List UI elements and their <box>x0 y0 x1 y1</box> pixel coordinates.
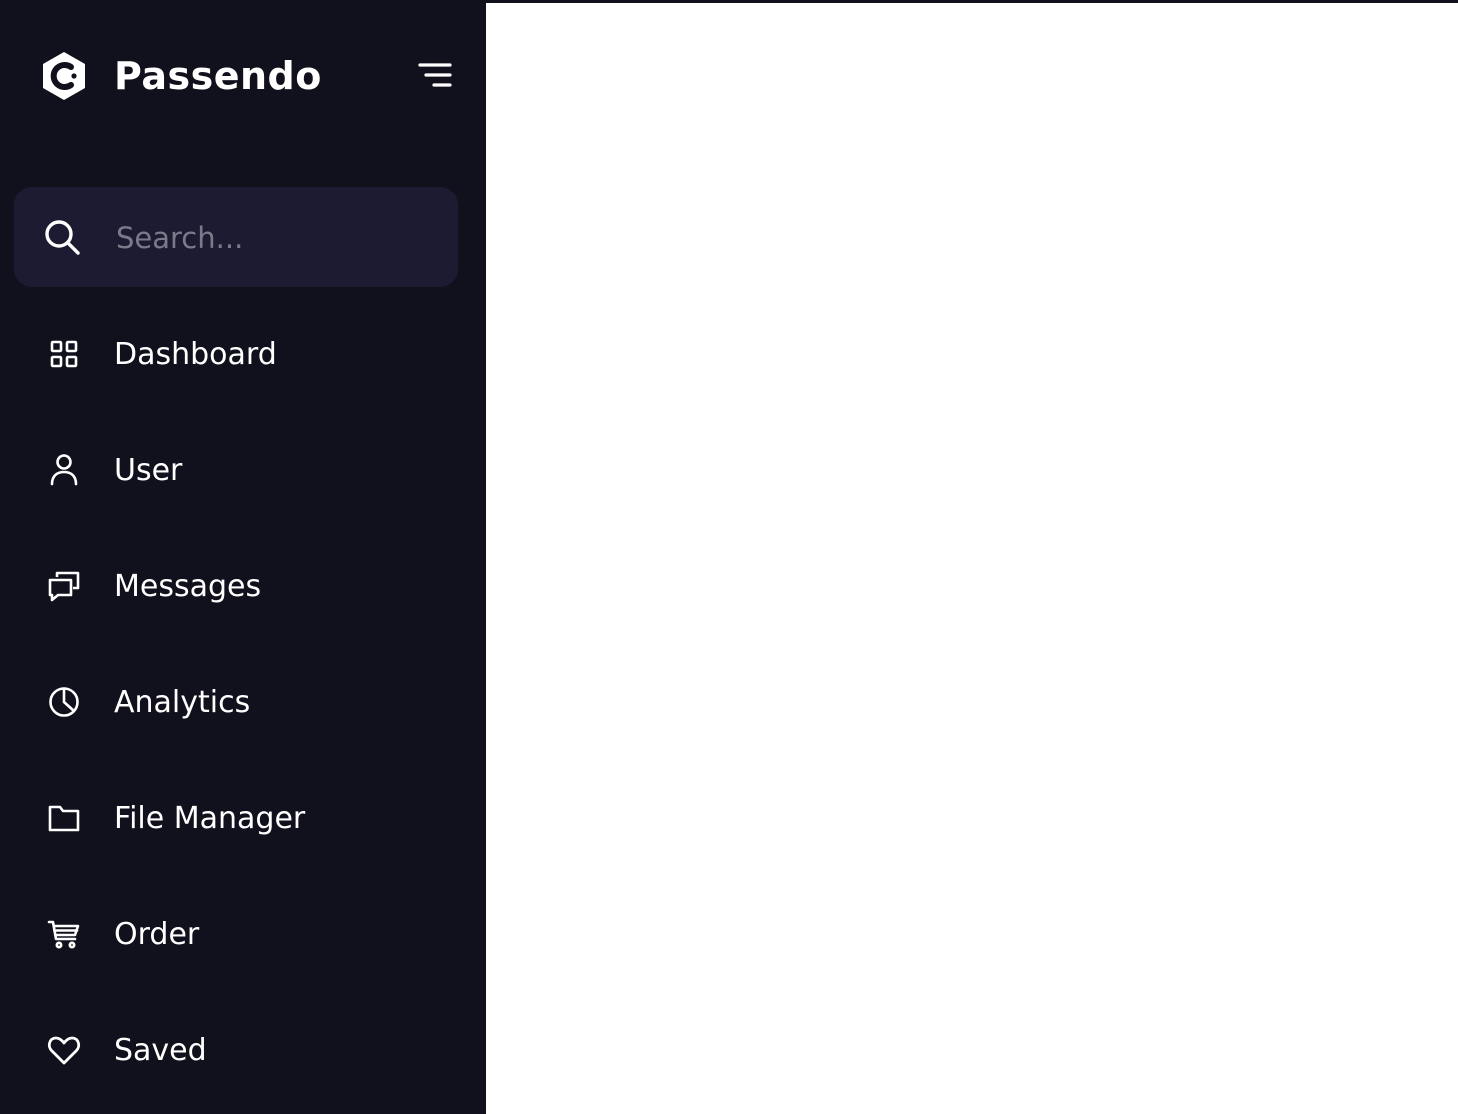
menu-toggle-button[interactable] <box>414 56 456 94</box>
sidebar-item-label: User <box>114 452 183 488</box>
sidebar-item-label: Dashboard <box>114 336 277 372</box>
brand-name: Passendo <box>114 54 322 98</box>
brand-logo-c-icon <box>40 50 88 102</box>
sidebar-item-label: Order <box>114 916 200 952</box>
menu-lines-icon <box>417 60 453 90</box>
sidebar-item-label: Analytics <box>114 684 251 720</box>
search-icon[interactable] <box>42 217 82 257</box>
sidebar-item-dashboard[interactable]: Dashboard <box>0 296 486 412</box>
search-box[interactable] <box>14 187 458 287</box>
sidebar-item-label: Messages <box>114 568 262 604</box>
chat-icon <box>44 566 84 606</box>
main-content <box>486 3 1458 1114</box>
folder-icon <box>44 798 84 838</box>
sidebar-item-label: Saved <box>114 1032 207 1068</box>
sidebar-item-analytics[interactable]: Analytics <box>0 644 486 760</box>
cart-icon <box>44 914 84 954</box>
sidebar-item-order[interactable]: Order <box>0 876 486 992</box>
sidebar-nav: Dashboard User Messages Analytics File M… <box>0 296 486 1108</box>
heart-icon <box>44 1030 84 1070</box>
sidebar: Passendo Search... Dashboard User Messag… <box>0 0 486 1114</box>
user-icon <box>44 450 84 490</box>
sidebar-item-saved[interactable]: Saved <box>0 992 486 1108</box>
sidebar-item-file-manager[interactable]: File Manager <box>0 760 486 876</box>
grid-icon <box>44 334 84 374</box>
sidebar-item-messages[interactable]: Messages <box>0 528 486 644</box>
pie-chart-icon <box>44 682 84 722</box>
brand: Passendo <box>40 48 322 104</box>
search-input[interactable] <box>114 215 438 261</box>
sidebar-item-user[interactable]: User <box>0 412 486 528</box>
sidebar-item-label: File Manager <box>114 800 306 836</box>
